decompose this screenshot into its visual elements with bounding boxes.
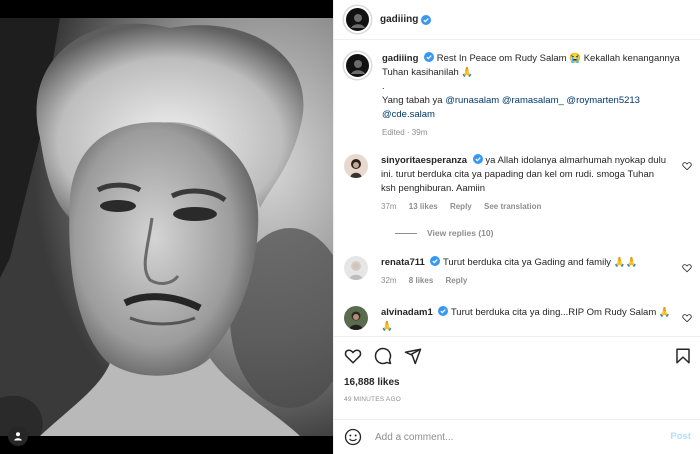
commenter-avatar[interactable] xyxy=(344,154,368,178)
caption-text-2: Yang tabah ya xyxy=(382,95,443,106)
add-comment-bar: Post xyxy=(334,419,700,454)
reply-button[interactable]: Reply xyxy=(446,276,468,285)
comment-time: 37m xyxy=(381,202,397,211)
view-replies-label: View replies (10) xyxy=(427,228,494,238)
mention-link[interactable]: @runasalam xyxy=(445,95,499,106)
share-icon[interactable] xyxy=(404,347,422,365)
portrait-image xyxy=(0,18,333,436)
comment-item: sinyoritaesperanza ya Allah idolanya alm… xyxy=(344,154,694,214)
comment-input[interactable] xyxy=(375,431,655,443)
caption-avatar[interactable] xyxy=(344,52,371,79)
post-header: gadiiing xyxy=(334,0,700,40)
edited-timestamp: Edited · 39m xyxy=(382,128,428,137)
post-button[interactable]: Post xyxy=(670,431,691,442)
action-bar xyxy=(334,336,700,374)
portrait-illustration xyxy=(0,18,333,436)
comment-item: renata711 Turut berduka cita ya Gading a… xyxy=(344,256,694,288)
caption-username[interactable]: gadiiing xyxy=(382,53,418,64)
comments-scroll-area[interactable]: gadiiing Rest In Peace om Rudy Salam 😭 K… xyxy=(334,40,700,336)
commenter-avatar[interactable] xyxy=(344,256,368,280)
mention-link[interactable]: @cde.salam xyxy=(382,109,435,120)
mention-link[interactable]: @roymarten5213 xyxy=(566,95,640,106)
comment-username[interactable]: alvinadam1 xyxy=(381,307,433,318)
comment-time: 32m xyxy=(381,276,397,285)
tag-user-icon[interactable] xyxy=(8,426,28,446)
save-bookmark-icon[interactable] xyxy=(674,347,692,365)
verified-icon xyxy=(421,14,432,25)
see-translation-link[interactable]: See translation xyxy=(484,202,541,211)
verified-icon xyxy=(430,256,441,266)
author-avatar[interactable] xyxy=(344,6,371,33)
caption: gadiiing Rest In Peace om Rudy Salam 😭 K… xyxy=(344,52,682,140)
reply-button[interactable]: Reply xyxy=(450,202,472,211)
verified-icon xyxy=(472,154,483,164)
comment-item: alvinadam1 Turut berduka cita ya ding...… xyxy=(344,306,694,334)
emoji-icon[interactable] xyxy=(344,428,362,446)
commenter-avatar[interactable] xyxy=(344,306,368,330)
like-heart-icon[interactable] xyxy=(344,347,362,365)
comment-username[interactable]: renata711 xyxy=(381,257,425,268)
heart-icon[interactable] xyxy=(682,161,692,171)
post-photo[interactable] xyxy=(0,0,333,454)
mention-link[interactable]: @ramasalam_ xyxy=(502,95,564,106)
verified-icon xyxy=(438,306,449,316)
comment-likes[interactable]: 8 likes xyxy=(409,276,433,285)
caption-dot: . xyxy=(382,81,385,92)
comment-likes[interactable]: 13 likes xyxy=(409,202,438,211)
heart-icon[interactable] xyxy=(682,263,692,273)
verified-icon xyxy=(424,52,435,62)
likes-count[interactable]: 16,888 likes xyxy=(344,377,400,388)
comment-username[interactable]: sinyoritaesperanza xyxy=(381,155,467,166)
heart-icon[interactable] xyxy=(682,313,692,323)
view-replies-button[interactable]: View replies (10) xyxy=(395,228,493,238)
comment-text: Turut berduka cita ya Gading and family … xyxy=(442,257,638,268)
author-username[interactable]: gadiiing xyxy=(380,14,418,25)
post-detail-panel: gadiiing gadiiing Rest In Peace om Rudy … xyxy=(333,0,700,454)
post-timestamp[interactable]: 49 MINUTES AGO xyxy=(344,396,401,403)
replies-divider xyxy=(395,232,417,234)
comment-icon[interactable] xyxy=(374,347,392,365)
